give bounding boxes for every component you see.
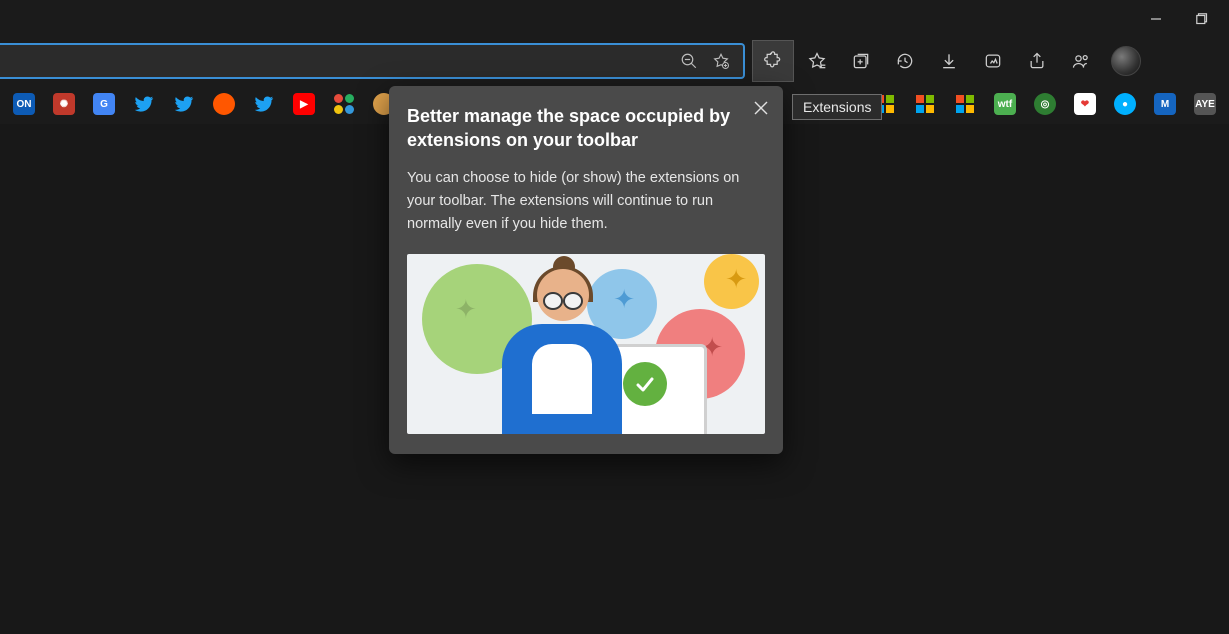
popup-title: Better manage the space occupied by exte… <box>407 104 765 153</box>
bookmark-youtube[interactable]: ▶ <box>284 88 324 120</box>
bookmark-atom[interactable]: ✺ <box>44 88 84 120</box>
bookmark-translate[interactable]: G <box>84 88 124 120</box>
people-icon <box>1071 51 1091 71</box>
popup-close-button[interactable] <box>747 94 775 122</box>
bookmark-ms3[interactable] <box>945 88 985 120</box>
window-minimize-button[interactable] <box>1133 3 1179 35</box>
address-input[interactable] <box>0 45 673 77</box>
zoom-out-icon <box>680 52 698 70</box>
bookmark-m[interactable]: M <box>1145 88 1185 120</box>
window-titlebar <box>0 0 1229 38</box>
bookmark-twitter3[interactable] <box>244 88 284 120</box>
share-button[interactable] <box>1017 41 1057 81</box>
bookmark-wtf[interactable]: wtf <box>985 88 1025 120</box>
bookmark-twitter2[interactable] <box>164 88 204 120</box>
favorites-button[interactable] <box>797 41 837 81</box>
maximize-icon <box>1196 13 1208 25</box>
bookmark-ms2[interactable] <box>905 88 945 120</box>
zoom-out-button[interactable] <box>673 45 705 77</box>
profile-avatar[interactable] <box>1111 46 1141 76</box>
star-lines-icon <box>807 51 827 71</box>
collections-button[interactable] <box>841 41 881 81</box>
browser-toolbar <box>0 38 1229 84</box>
extensions-button[interactable] <box>753 41 793 81</box>
address-bar[interactable] <box>0 43 745 79</box>
extensions-tooltip: Extensions <box>792 94 882 120</box>
history-button[interactable] <box>885 41 925 81</box>
bookmark-twitter1[interactable] <box>124 88 164 120</box>
popup-illustration: ✦ ✦ ✦ ✦ <box>407 254 765 434</box>
bookmark-heart[interactable]: ❤ <box>1065 88 1105 120</box>
toolbar-actions <box>753 41 1141 81</box>
history-icon <box>895 51 915 71</box>
collections-icon <box>851 51 871 71</box>
checkmark-icon <box>623 362 667 406</box>
download-icon <box>939 51 959 71</box>
window-maximize-button[interactable] <box>1179 3 1225 35</box>
screenshot-button[interactable] <box>973 41 1013 81</box>
bookmark-eco[interactable]: ◎ <box>1025 88 1065 120</box>
bookmark-cam[interactable]: ● <box>1105 88 1145 120</box>
minimize-icon <box>1150 13 1162 25</box>
accounts-button[interactable] <box>1061 41 1101 81</box>
bookmark-reddit[interactable] <box>204 88 244 120</box>
share-icon <box>1027 51 1047 71</box>
puzzle-icon <box>763 51 783 71</box>
bookmark-cluster[interactable] <box>324 88 364 120</box>
downloads-button[interactable] <box>929 41 969 81</box>
favorite-add-button[interactable] <box>705 45 737 77</box>
close-icon <box>754 101 768 115</box>
star-add-icon <box>712 52 730 70</box>
bookmark-on[interactable]: ON <box>4 88 44 120</box>
extensions-info-popup: Better manage the space occupied by exte… <box>389 86 783 454</box>
screenshot-icon <box>983 51 1003 71</box>
bookmark-aye[interactable]: AYE <box>1185 88 1225 120</box>
popup-body: You can choose to hide (or show) the ext… <box>407 167 765 237</box>
